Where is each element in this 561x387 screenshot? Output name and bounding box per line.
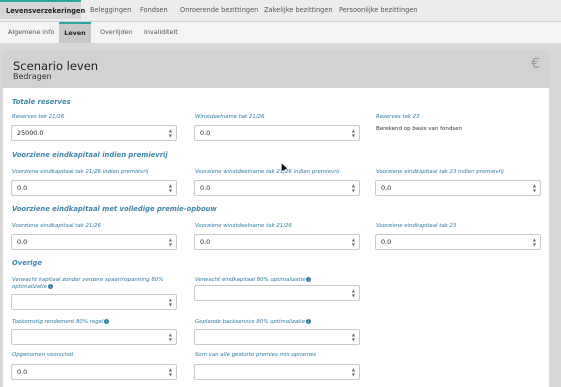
tab-zakelijke-bezittingen[interactable]: Zakelijke bezittingen xyxy=(264,0,333,21)
opgenomen-voorschot-input[interactable]: 0.0 ▲ ▼ xyxy=(11,364,177,380)
dropdown-icon[interactable]: ▲ ▼ xyxy=(169,297,172,307)
label-verwacht-eindkapitaal: Verwacht eindkapitaal 80% optimalizatie i xyxy=(195,277,312,284)
verwacht-kapitaal-zonder-select[interactable]: ▲ ▼ xyxy=(11,294,177,310)
label-eindkapitaal-tak23-premievrij: Voorziene eindkapitaal tak 23 indien pre… xyxy=(376,169,504,175)
spinner-icon[interactable]: ▲ ▼ xyxy=(169,183,172,193)
reserves-tak-21-26-input[interactable]: 25000.0 ▲ ▼ xyxy=(11,125,177,141)
tab-beleggingen[interactable]: Beleggingen xyxy=(90,0,131,21)
info-icon[interactable]: i xyxy=(47,284,53,289)
section-premievrij: Voorziene eindkapitaal indien premievrij xyxy=(12,151,168,159)
label-text: Toekomstig rendement 80% regel xyxy=(12,319,104,325)
field-value: 0.0 xyxy=(17,238,28,246)
geplande-backservice-select[interactable]: ▲ ▼ xyxy=(194,329,360,345)
sub-tab-bar: Algemene info Leven Overlijden Invalidit… xyxy=(0,22,561,43)
field-value: 0.0 xyxy=(381,184,392,192)
reserves-tak-23-text: Berekend op basis van fondsen xyxy=(376,126,463,132)
label-reserves-tak-21-26: Reserves tak 21/26 xyxy=(12,114,65,120)
winstdeelname-tak-21-26-input[interactable]: 0.0 ▲ ▼ xyxy=(194,125,360,141)
label-opgenomen-voorschot: Opgenomen voorschot xyxy=(12,352,74,358)
field-value: 0.0 xyxy=(17,184,28,192)
card-header: Scenario leven Bedragen € xyxy=(3,50,549,88)
label-text: Verwacht eindkapitaal 80% optimalizatie xyxy=(195,277,306,283)
label-winstdeelname-tak-21-26: Winstdeelname tak 21/26 xyxy=(195,114,265,120)
section-volledige-premie-opbouw: Voorziene eindkapitaal met volledige pre… xyxy=(12,205,217,213)
tab-onroerende-bezittingen[interactable]: Onroerende bezittingen xyxy=(180,0,258,21)
winstdeelname-premievrij-input[interactable]: 0.0 ▲ ▼ xyxy=(194,180,360,196)
eindkapitaal-tak-21-26-input[interactable]: 0.0 ▲ ▼ xyxy=(11,234,177,250)
eindkapitaal-premievrij-input[interactable]: 0.0 ▲ ▼ xyxy=(11,180,177,196)
label-winstdeelname-premievrij: Voorziene winstdeelname tak 21/26 indien… xyxy=(195,169,340,175)
field-value: 0.0 xyxy=(200,129,211,137)
euro-icon: € xyxy=(531,56,540,72)
label-geplande-backservice: Geplande backservice 80% optimalizatie i xyxy=(195,319,312,326)
main-tab-bar: Levensverzekeringen Beleggingen Fondsen … xyxy=(0,0,561,22)
subtab-leven[interactable]: Leven xyxy=(59,22,91,43)
info-icon[interactable]: i xyxy=(104,319,110,324)
verwacht-eindkapitaal-select[interactable]: ▲ ▼ xyxy=(194,285,360,301)
label-voorziene-winstdeelname: Voorziene winstdeelname tak 21/26 xyxy=(195,223,292,229)
eindkapitaal-tak-23-input[interactable]: 0.0 ▲ ▼ xyxy=(375,234,541,250)
subtab-overlijden[interactable]: Overlijden xyxy=(100,22,133,43)
som-gestorte-premies-input[interactable]: ▲ ▼ xyxy=(194,364,360,380)
field-value: 0.0 xyxy=(17,368,28,376)
spinner-icon[interactable]: ▲ ▼ xyxy=(169,237,172,247)
dropdown-icon[interactable]: ▲ ▼ xyxy=(352,288,355,298)
spinner-icon[interactable]: ▲ ▼ xyxy=(533,183,536,193)
section-overige: Overige xyxy=(12,259,42,267)
spinner-icon[interactable]: ▲ ▼ xyxy=(352,128,355,138)
label-eindkapitaal-tak-21-26: Voorziene eindkapitaal tak 21/26 xyxy=(12,223,101,229)
label-toekomstig-rendement: Toekomstig rendement 80% regel i xyxy=(12,319,110,326)
page-subtitle: Bedragen xyxy=(13,72,52,81)
label-reserves-tak-23: Reserves tak 23 xyxy=(376,114,420,120)
spinner-icon[interactable]: ▲ ▼ xyxy=(352,183,355,193)
spinner-icon[interactable]: ▲ ▼ xyxy=(169,367,172,377)
field-value: 25000.0 xyxy=(17,129,44,137)
dropdown-icon[interactable]: ▲ ▼ xyxy=(169,332,172,342)
label-line-2: optimalizatie xyxy=(12,284,47,290)
eindkapitaal-tak23-premievrij-input[interactable]: 0.0 ▲ ▼ xyxy=(375,180,541,196)
field-value: 0.0 xyxy=(381,238,392,246)
dropdown-icon[interactable]: ▲ ▼ xyxy=(352,332,355,342)
spinner-icon[interactable]: ▲ ▼ xyxy=(169,128,172,138)
page-title: Scenario leven xyxy=(13,59,99,73)
subtab-algemene-info[interactable]: Algemene info xyxy=(8,22,54,43)
spinner-icon[interactable]: ▲ ▼ xyxy=(352,237,355,247)
field-value: 0.0 xyxy=(200,184,211,192)
section-totale-reserves: Totale reserves xyxy=(12,98,71,106)
voorziene-winstdeelname-input[interactable]: 0.0 ▲ ▼ xyxy=(194,234,360,250)
tab-persoonlijke-bezittingen[interactable]: Persoonlijke bezittingen xyxy=(339,0,418,21)
label-line-1: Verwacht kapitaal zonder verdere spaarin… xyxy=(12,277,164,283)
label-verwacht-kapitaal-zonder-spaarinspanning: Verwacht kapitaal zonder verdere spaarin… xyxy=(12,277,163,291)
toekomstig-rendement-select[interactable]: ▲ ▼ xyxy=(11,329,177,345)
label-som-gestorte-premies: Som van alle gestorte premies min opname… xyxy=(195,352,317,358)
field-value: 0.0 xyxy=(200,238,211,246)
spinner-icon[interactable]: ▲ ▼ xyxy=(533,237,536,247)
label-eindkapitaal-premievrij: Voorziene eindkapitaal tak 21/26 indien … xyxy=(12,169,149,175)
info-icon[interactable]: i xyxy=(306,277,312,282)
spinner-icon[interactable]: ▲ ▼ xyxy=(352,367,355,377)
scenario-card: Scenario leven Bedragen € Totale reserve… xyxy=(3,50,549,387)
label-text: Geplande backservice 80% optimalizatie xyxy=(195,319,306,325)
subtab-invaliditeit[interactable]: Invaliditeit xyxy=(144,22,178,43)
label-eindkapitaal-tak-23: Voorziene eindkapitaal tak 23 xyxy=(376,223,457,229)
tab-levensverzekeringen[interactable]: Levensverzekeringen xyxy=(0,0,85,19)
info-icon[interactable]: i xyxy=(306,319,312,324)
tab-fondsen[interactable]: Fondsen xyxy=(140,0,168,21)
